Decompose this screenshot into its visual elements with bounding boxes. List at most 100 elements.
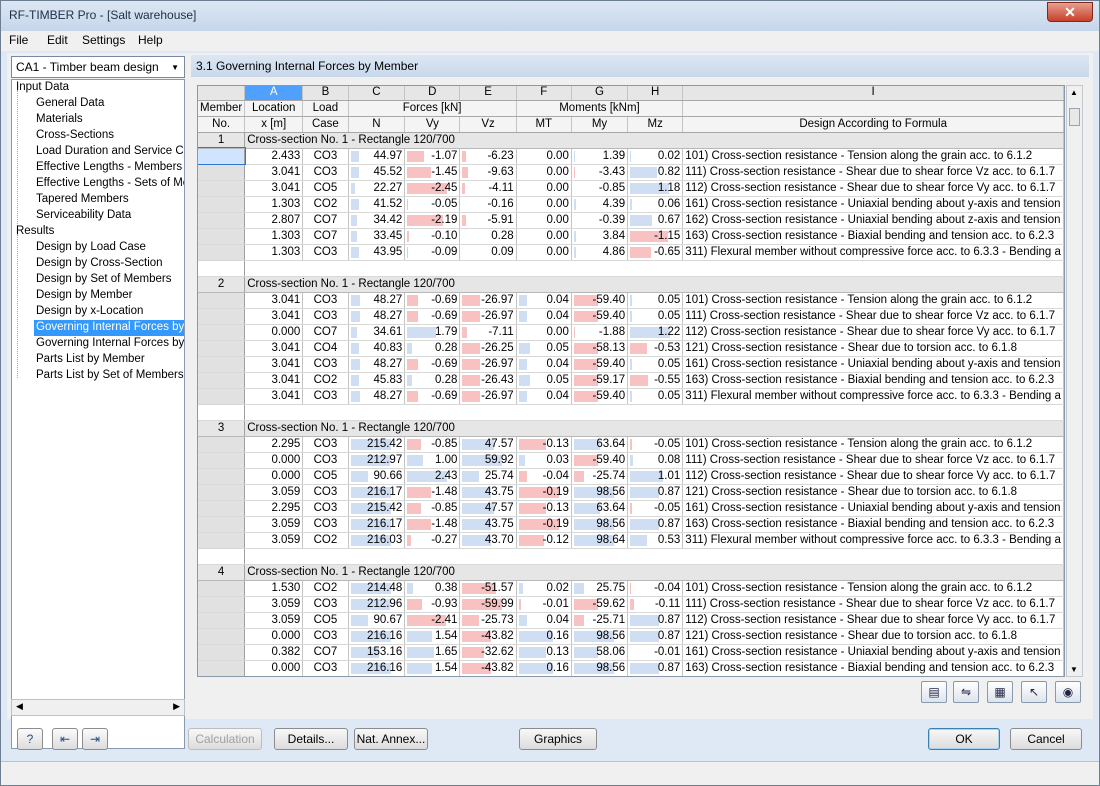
cell-vz[interactable]: -26.97 [459,308,517,325]
cell-n[interactable]: 48.27 [348,308,406,325]
cell-formula[interactable]: 112) Cross-section resistance - Shear du… [682,612,1064,629]
cell-mt[interactable]: -0.13 [516,436,572,453]
cell-mt[interactable]: -0.01 [516,596,572,613]
cell-vy[interactable]: -1.07 [404,148,461,165]
cell-mt[interactable]: 0.00 [516,148,572,165]
cell-vz[interactable]: -26.43 [459,372,517,389]
member-number[interactable]: 2 [198,276,246,293]
cell-mz[interactable]: 0.05 [627,292,684,309]
cell-formula[interactable]: 311) Flexural member without compressive… [682,244,1064,261]
menu-settings[interactable]: Settings [82,33,125,47]
row-header[interactable] [198,452,246,469]
table-row[interactable]: 3.041 CO3 48.27 -0.69 -26.97 0.04 -59.40 0.05 11… [198,308,1064,325]
cell-formula[interactable]: 112) Cross-section resistance - Shear du… [682,180,1064,197]
row-header[interactable] [198,308,246,325]
cell-my[interactable]: -58.13 [571,340,629,357]
cell-loadcase[interactable]: CO4 [302,340,349,357]
column-letter-g[interactable]: G [571,86,629,101]
cell-vz[interactable]: -59.99 [459,596,517,613]
tree-item-tapered-members[interactable]: Tapered Members [36,192,129,208]
cell-my[interactable]: -59.40 [571,452,629,469]
scroll-down-icon[interactable]: ▼ [1070,665,1078,674]
bar-chart-icon[interactable]: ▤ [921,681,947,703]
table-row[interactable]: 3.059 CO3 216.17 -1.48 43.75 -0.19 98.56 0.87 12… [198,484,1064,501]
cell-vz[interactable]: -5.91 [459,212,517,229]
cell-mt[interactable]: 0.05 [516,372,572,389]
cell-formula[interactable]: 101) Cross-section resistance - Tension … [682,292,1064,309]
cell-mz[interactable]: -1.15 [627,228,684,245]
cell-vz[interactable]: 25.74 [459,468,517,485]
table-row[interactable]: 0.000 CO3 216.16 1.54 -43.82 0.16 98.56 0.87 163… [198,660,1064,676]
cell-vz[interactable]: 47.57 [459,500,517,517]
cell-mt[interactable]: 0.00 [516,228,572,245]
tree-item-effective-lengths-sets[interactable]: Effective Lengths - Sets of Mem [36,176,184,192]
cell-n[interactable]: 212.97 [348,452,406,469]
row-header[interactable] [198,660,246,676]
cell-mz[interactable]: 1.18 [627,180,684,197]
calculation-button[interactable]: Calculation [188,728,262,750]
cell-mt[interactable]: 0.16 [516,660,572,676]
cell-formula[interactable]: 311) Flexural member without compressive… [682,532,1064,549]
cell-n[interactable]: 216.17 [348,484,406,501]
cell-vy[interactable]: -0.27 [404,532,461,549]
nat-annex-button[interactable]: Nat. Annex... [354,728,428,750]
column-letter-b[interactable]: B [302,86,349,101]
cell-my[interactable]: -1.88 [571,324,629,341]
cell-vz[interactable]: 59.92 [459,452,517,469]
cell-location[interactable]: 3.041 [244,292,304,309]
table-row[interactable]: 0.000 CO5 90.66 2.43 25.74 -0.04 -25.74 1.01 112… [198,468,1064,485]
cell-n[interactable]: 90.67 [348,612,406,629]
row-header[interactable] [198,516,246,533]
cell-n[interactable]: 41.52 [348,196,406,213]
cell-n[interactable]: 212.96 [348,596,406,613]
cell-formula[interactable]: 163) Cross-section resistance - Biaxial … [682,516,1064,533]
table-row[interactable]: 2.807 CO7 34.42 -2.19 -5.91 0.00 -0.39 0.67 162)… [198,212,1064,229]
cell-mz[interactable]: 0.02 [627,148,684,165]
cell-location[interactable]: 1.530 [244,580,304,597]
cell-n[interactable]: 214.48 [348,580,406,597]
cancel-button[interactable]: Cancel [1010,728,1082,750]
cell-mz[interactable]: -0.01 [627,644,684,661]
cell-mz[interactable]: -0.05 [627,500,684,517]
cell-my[interactable]: 4.86 [571,244,629,261]
tree-item-materials[interactable]: Materials [36,112,83,128]
cell-mz[interactable]: 0.05 [627,308,684,325]
cell-loadcase[interactable]: CO7 [302,228,349,245]
ok-button[interactable]: OK [928,728,1000,750]
help-icon[interactable]: ? [17,728,43,750]
cell-mz[interactable]: 0.06 [627,196,684,213]
cell-mz[interactable]: 0.05 [627,356,684,373]
tree-horizontal-scrollbar[interactable]: ◀ ▶ [11,699,185,716]
cell-loadcase[interactable]: CO3 [302,660,349,676]
close-button[interactable]: ✕ [1047,2,1093,22]
cell-vy[interactable]: 1.79 [404,324,461,341]
row-header[interactable] [198,612,246,629]
cell-location[interactable]: 1.303 [244,228,304,245]
cell-location[interactable]: 2.295 [244,500,304,517]
row-header[interactable] [198,484,246,501]
cell-formula[interactable]: 111) Cross-section resistance - Shear du… [682,452,1064,469]
cell-my[interactable]: 4.39 [571,196,629,213]
cell-loadcase[interactable]: CO2 [302,196,349,213]
cell-my[interactable]: -25.71 [571,612,629,629]
cell-mz[interactable]: 1.22 [627,324,684,341]
cell-loadcase[interactable]: CO5 [302,180,349,197]
scroll-right-icon[interactable]: ▶ [173,701,180,712]
cell-location[interactable]: 3.059 [244,516,304,533]
cell-vy[interactable]: -0.05 [404,196,461,213]
cell-location[interactable]: 1.303 [244,244,304,261]
cell-n[interactable]: 45.52 [348,164,406,181]
tree-root-results[interactable]: Results [16,224,54,240]
menu-file[interactable]: File [9,33,28,47]
table-row[interactable]: 1.303 CO7 33.45 -0.10 0.28 0.00 3.84 -1.15 163) … [198,228,1064,245]
cell-vy[interactable]: -0.69 [404,308,461,325]
cell-mz[interactable]: 0.87 [627,516,684,533]
row-header[interactable] [198,644,246,661]
table-row[interactable]: 3.059 CO5 90.67 -2.41 -25.73 0.04 -25.71 0.87 11… [198,612,1064,629]
cell-vy[interactable]: -0.85 [404,500,461,517]
cell-mt[interactable]: -0.13 [516,500,572,517]
cell-loadcase[interactable]: CO3 [302,596,349,613]
cell-loadcase[interactable]: CO3 [302,308,349,325]
cell-mt[interactable]: 0.05 [516,340,572,357]
cell-mt[interactable]: 0.04 [516,388,572,405]
